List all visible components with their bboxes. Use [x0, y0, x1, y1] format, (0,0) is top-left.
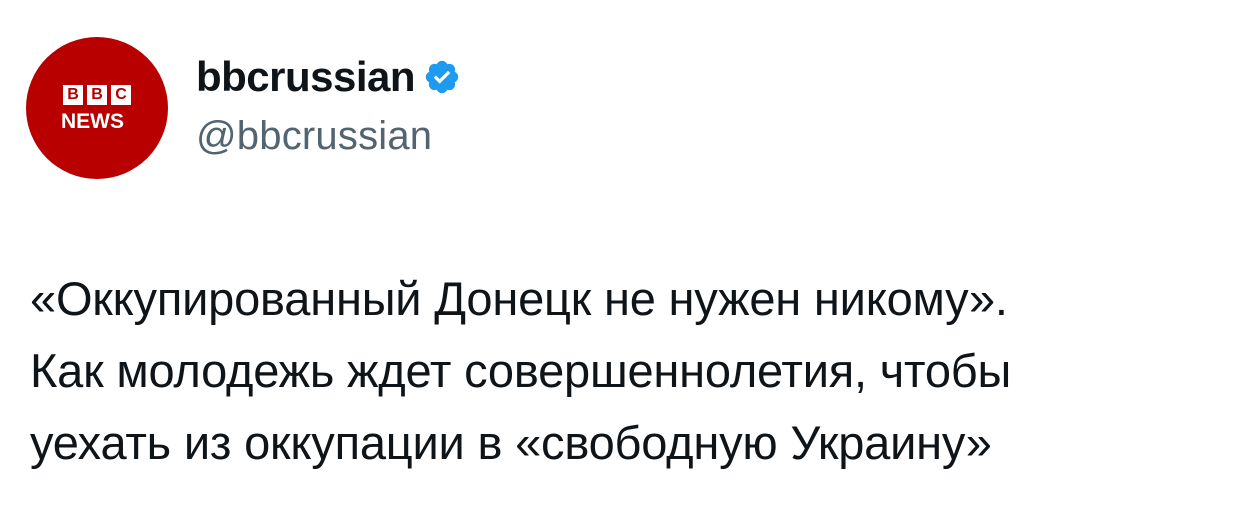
user-handle[interactable]: @bbcrussian	[196, 114, 432, 159]
author-name-row: bbcrussian	[196, 52, 461, 102]
bbc-logo-block: B	[87, 85, 107, 105]
verified-badge-icon	[425, 60, 459, 94]
tweet-text-line: Как молодежь ждет совершеннолетия, чтобы	[30, 344, 1012, 397]
tweet-card: B B C NEWS bbcrussian @bbcrussian «Оккуп…	[0, 0, 1246, 532]
bbc-logo-block: C	[111, 85, 131, 105]
avatar[interactable]: B B C NEWS	[26, 37, 168, 179]
tweet-text-line: «Оккупированный Донецк не нужен никому».	[30, 272, 1008, 325]
bbc-news-label: NEWS	[61, 110, 124, 133]
bbc-logo-blocks: B B C	[63, 85, 131, 105]
display-name[interactable]: bbcrussian	[196, 53, 416, 101]
tweet-text: «Оккупированный Донецк не нужен никому».…	[30, 263, 1230, 479]
tweet-text-line: уехать из оккупации в «свободную Украину…	[30, 416, 992, 469]
bbc-logo-block: B	[63, 85, 83, 105]
